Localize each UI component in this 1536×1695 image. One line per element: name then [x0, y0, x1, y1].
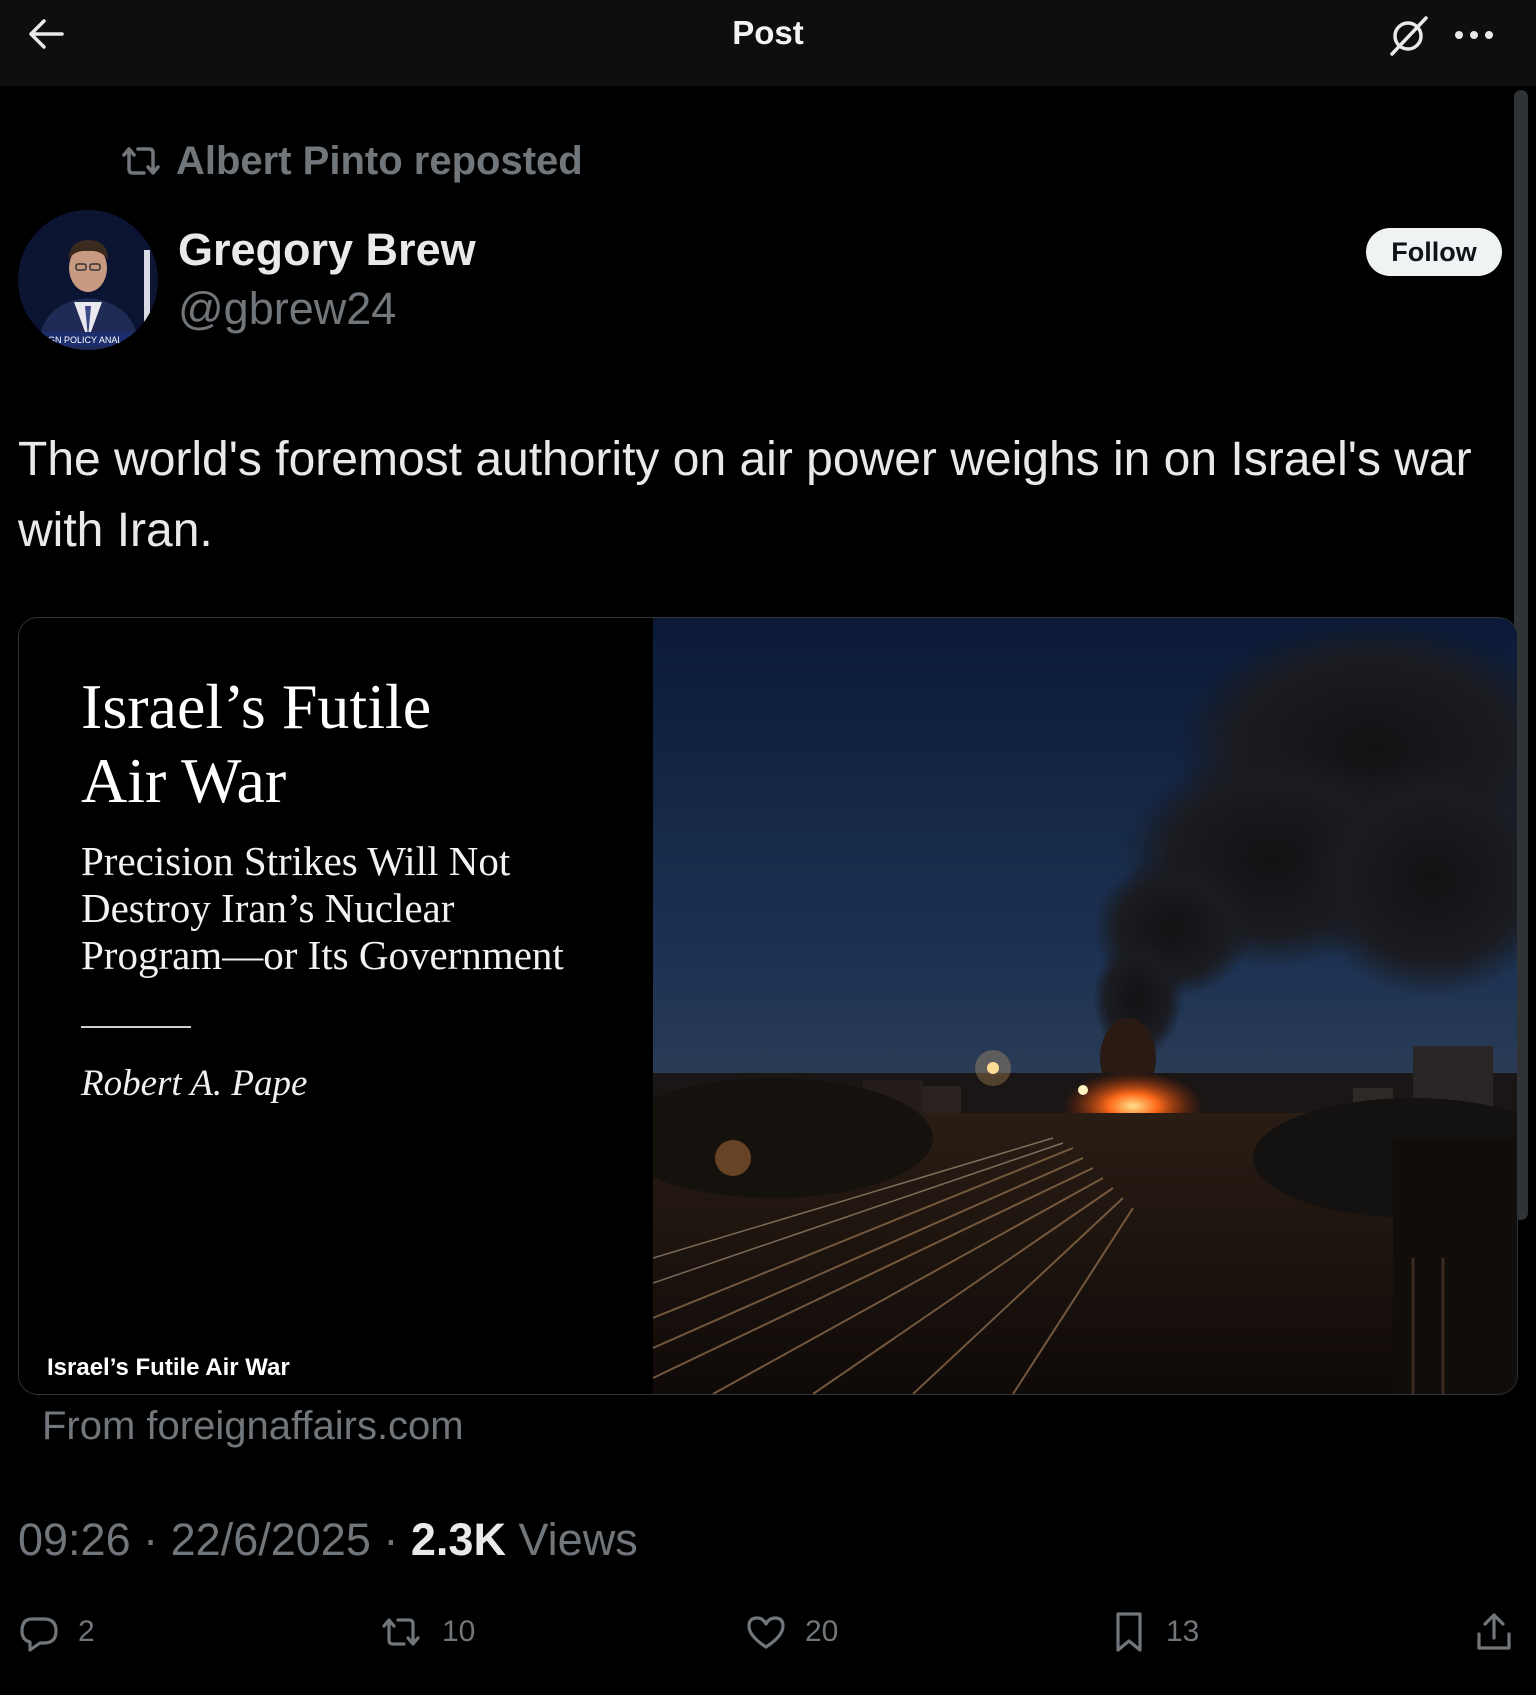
bookmark-button[interactable]: 13 — [1110, 1605, 1199, 1659]
views-label: Views — [518, 1514, 638, 1565]
more-button[interactable] — [1450, 14, 1498, 56]
views-count: 2.3K — [410, 1514, 506, 1565]
author-handle[interactable]: @gbrew24 — [178, 283, 396, 335]
avatar-image: GN POLICY ANAL — [18, 210, 158, 350]
bookmark-icon — [1116, 1612, 1142, 1652]
like-button[interactable]: 20 — [745, 1605, 838, 1659]
top-bar: Post — [0, 0, 1536, 86]
link-card[interactable]: Israel’s Futile Air War Precision Strike… — [18, 617, 1518, 1395]
post-date[interactable]: 22/6/2025 — [171, 1514, 371, 1565]
repost-icon — [122, 147, 160, 175]
meta-separator: · — [383, 1514, 399, 1565]
heart-icon — [747, 1616, 785, 1649]
page-title: Post — [732, 14, 804, 51]
repost-icon — [382, 1618, 420, 1646]
reply-button[interactable]: 2 — [18, 1605, 95, 1659]
post-time[interactable]: 09:26 — [18, 1514, 131, 1565]
link-source[interactable]: From foreignaffairs.com — [42, 1404, 464, 1449]
card-photo — [653, 618, 1517, 1394]
reply-icon — [20, 1617, 58, 1652]
grok-icon — [1390, 16, 1428, 56]
repost-count: 10 — [442, 1615, 476, 1648]
repost-label: Albert Pinto reposted — [176, 138, 583, 183]
meta-separator: · — [143, 1514, 159, 1565]
article-subtitle-line: Precision Strikes Will Not — [81, 838, 511, 884]
divider — [81, 1026, 191, 1028]
more-dots-icon — [1455, 31, 1493, 39]
card-cover: Israel’s Futile Air War Precision Strike… — [19, 618, 653, 1394]
post-text: The world's foremost authority on air po… — [18, 433, 1472, 557]
article-subtitle-line: Destroy Iran’s Nuclear — [81, 885, 455, 931]
svg-text:GN POLICY ANAL: GN POLICY ANAL — [48, 335, 122, 345]
like-count: 20 — [805, 1615, 839, 1648]
article-byline: Robert A. Pape — [81, 1063, 308, 1104]
article-headline: Israel’s Futile Air War — [81, 670, 601, 818]
article-subtitle: Precision Strikes Will Not Destroy Iran’… — [81, 838, 621, 979]
reply-count: 2 — [78, 1615, 95, 1648]
follow-button[interactable]: Follow — [1366, 228, 1502, 276]
repost-indicator[interactable]: Albert Pinto reposted — [118, 136, 583, 186]
share-button[interactable] — [1474, 1605, 1514, 1659]
post-meta: 09:26 · 22/6/2025 · 2.3K Views — [18, 1514, 638, 1566]
article-subtitle-line: Program—or Its Government — [81, 932, 564, 978]
author-name[interactable]: Gregory Brew — [178, 224, 476, 276]
article-headline-line: Air War — [81, 745, 287, 816]
article-headline-line: Israel’s Futile — [81, 671, 432, 742]
avatar[interactable]: GN POLICY ANAL — [18, 210, 158, 350]
card-title-label: Israel’s Futile Air War — [43, 1354, 294, 1382]
share-icon — [1477, 1613, 1511, 1650]
action-bar: 2 10 20 13 — [0, 1605, 1536, 1665]
grok-button[interactable] — [1388, 14, 1430, 56]
repost-button[interactable]: 10 — [378, 1605, 475, 1659]
bookmark-count: 13 — [1166, 1615, 1200, 1648]
